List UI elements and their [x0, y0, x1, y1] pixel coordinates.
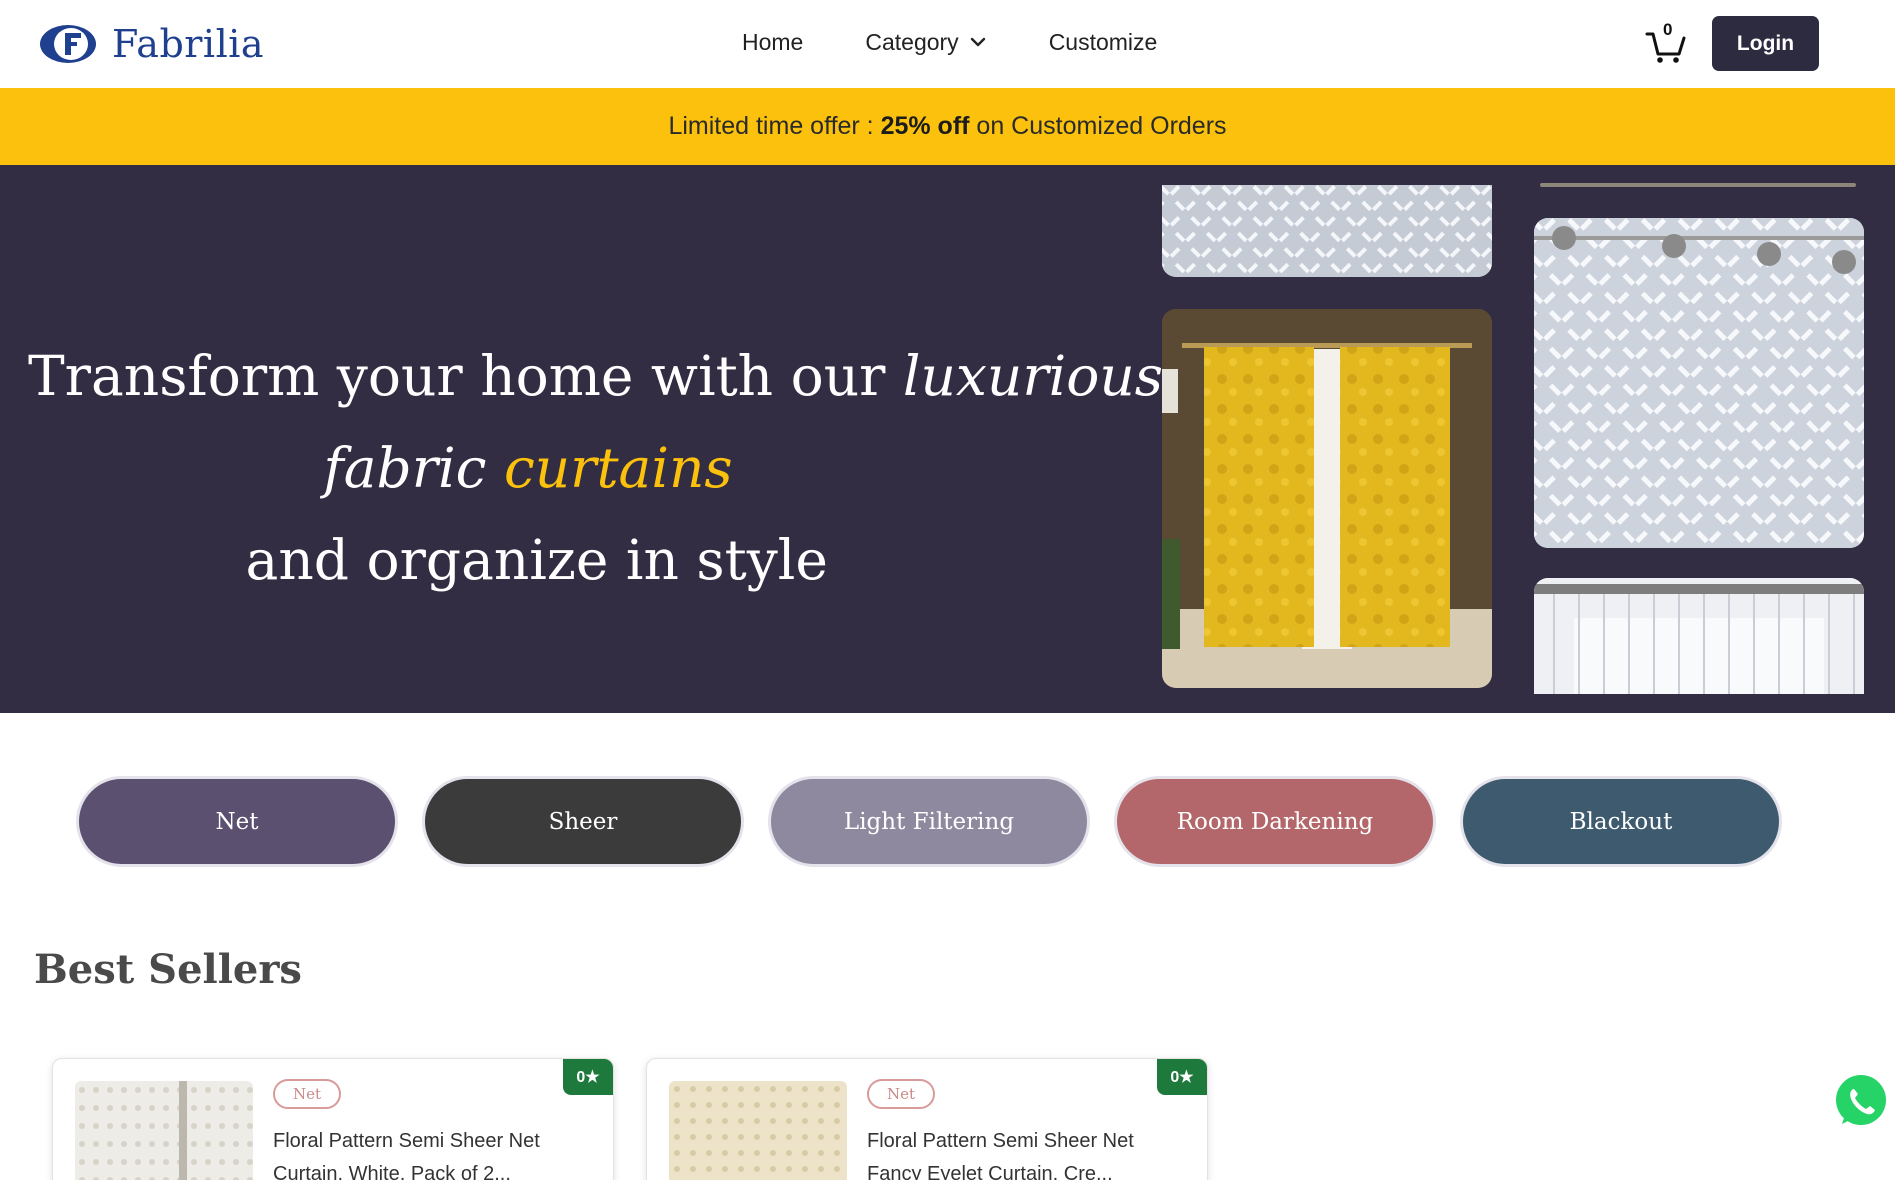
product-title[interactable]: Floral Pattern Semi Sheer Net Curtain, W… — [273, 1125, 573, 1180]
product-card[interactable]: Net Floral Pattern Semi Sheer Net Fancy … — [646, 1058, 1208, 1180]
offer-prefix: Limited time offer : — [668, 112, 881, 140]
hero-headline: Transform your home with our luxurious f… — [28, 330, 1163, 606]
main-nav: Home Category Customize — [742, 22, 1157, 62]
nav-category-label: Category — [865, 28, 959, 55]
hero-line2-accent: curtains — [503, 436, 733, 500]
chevron-down-icon — [970, 37, 985, 47]
hero-image-sheer-window — [1534, 578, 1864, 694]
offer-highlight: 25% off — [880, 112, 970, 140]
offer-suffix: on Customized Orders — [969, 112, 1227, 140]
hero-line2-italic: fabric — [323, 436, 487, 500]
category-pill-blackout[interactable]: Blackout — [1460, 776, 1782, 867]
hero-line-2: fabric curtains and organize in style — [28, 422, 1028, 606]
cart-count-badge: 0 — [1663, 20, 1673, 39]
cart-button[interactable]: 0 — [1644, 20, 1688, 64]
whatsapp-chat-button[interactable] — [1832, 1072, 1890, 1130]
category-pills: Net Sheer Light Filtering Room Darkening… — [76, 776, 1786, 867]
brand-logo-icon — [40, 25, 96, 63]
nav-home-link[interactable]: Home — [742, 29, 803, 56]
offer-banner: Limited time offer : 25% off on Customiz… — [0, 88, 1895, 165]
brand-name: Fabrilia — [112, 22, 265, 66]
rating-badge: 0★ — [1157, 1059, 1207, 1095]
nav-category-dropdown[interactable]: Category — [865, 29, 986, 56]
product-title[interactable]: Floral Pattern Semi Sheer Net Fancy Eyel… — [867, 1125, 1167, 1180]
nav-customize-link[interactable]: Customize — [1049, 29, 1158, 56]
login-button[interactable]: Login — [1712, 16, 1819, 71]
brand-home-link[interactable]: Fabrilia — [38, 16, 264, 72]
hero-rod-decoration — [1540, 183, 1856, 187]
product-image — [75, 1081, 253, 1180]
hero-line1-plain: Transform your home with our — [28, 344, 903, 408]
product-card[interactable]: Net Floral Pattern Semi Sheer Net Curtai… — [52, 1058, 614, 1180]
product-tag: Net — [867, 1079, 936, 1109]
hero-line1-italic: luxurious — [902, 344, 1164, 408]
best-sellers-title: Best Sellers — [34, 946, 302, 993]
hero-line2-plain: and organize in style — [228, 528, 828, 592]
product-tag: Net — [273, 1079, 342, 1109]
hero-line-1: Transform your home with our luxurious — [28, 330, 1163, 422]
hero-image-white-net-top — [1162, 185, 1492, 277]
category-pill-light-filtering[interactable]: Light Filtering — [768, 776, 1090, 867]
navbar: Fabrilia Home Category Customize 0 Login — [0, 0, 1895, 88]
whatsapp-icon — [1836, 1075, 1886, 1125]
category-pill-net[interactable]: Net — [76, 776, 398, 867]
hero-image-white-net-eyelet — [1534, 218, 1864, 548]
category-pill-room-darkening[interactable]: Room Darkening — [1114, 776, 1436, 867]
hero-image-yellow-curtain — [1162, 309, 1492, 688]
rating-badge: 0★ — [563, 1059, 613, 1095]
category-pill-sheer[interactable]: Sheer — [422, 776, 744, 867]
product-image — [669, 1081, 847, 1180]
